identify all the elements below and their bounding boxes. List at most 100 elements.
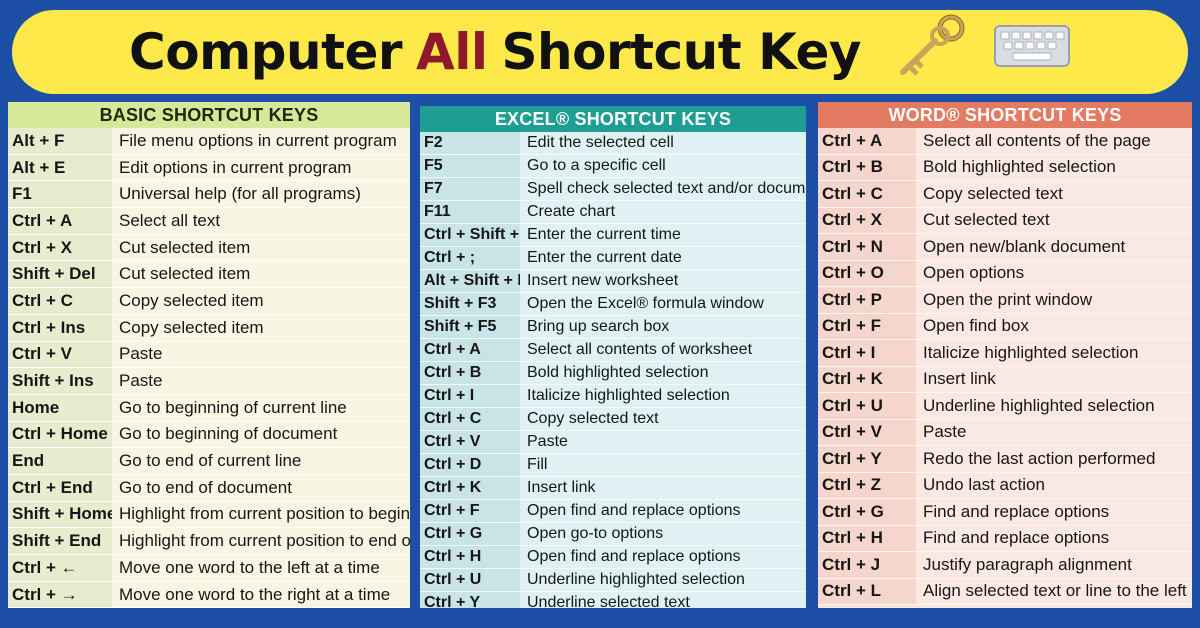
shortcut-row: Ctrl + End Go to end of document: [8, 474, 410, 502]
shortcut-row: Ctrl + L Align selected text or line to t…: [818, 578, 1192, 605]
shortcut-description: Highlight from current position to begin…: [112, 501, 410, 528]
shortcut-key: F1: [8, 181, 112, 208]
shortcut-row: Shift + End Highlight from current positi…: [8, 528, 410, 555]
shortcut-description: Italicize highlighted selection: [916, 340, 1192, 366]
shortcut-description: Underline highlighted selection: [916, 393, 1192, 419]
shortcut-key: Ctrl + L: [818, 578, 916, 604]
shortcut-key: Ctrl + K: [420, 477, 520, 499]
shortcut-description: Select all contents of the page: [916, 128, 1192, 154]
shortcut-key: F2: [420, 132, 520, 154]
shortcut-key: Ctrl + C: [818, 181, 916, 207]
shortcut-row: Alt + Shift + F1Insert new worksheet: [420, 270, 806, 293]
shortcut-key: Ctrl + F: [420, 500, 520, 522]
shortcut-description: Bring up search box: [520, 316, 806, 338]
shortcut-row: Ctrl + A Select all text: [8, 208, 410, 235]
shortcut-description: Go to a specific cell: [520, 155, 806, 177]
shortcut-key: Ctrl + G: [420, 523, 520, 545]
shortcut-key: Ctrl + F: [818, 313, 916, 339]
shortcut-row: Ctrl + I Italicize highlighted selection: [818, 340, 1192, 367]
shortcut-row: Ctrl + C Copy selected item: [8, 288, 410, 315]
shortcut-key: Ctrl + Ins: [8, 314, 112, 341]
shortcut-row: Shift + Home Highlight from current posit…: [8, 501, 410, 529]
word-shortcuts-panel: WORD® SHORTCUT KEYS Ctrl + A Select all c…: [818, 102, 1192, 608]
basic-heading: BASIC SHORTCUT KEYS: [8, 102, 410, 128]
shortcut-row: Shift + F5 Bring up search box: [420, 316, 806, 339]
shortcut-key: Ctrl + U: [818, 393, 916, 419]
shortcut-description: Select all contents of worksheet: [520, 339, 806, 361]
shortcut-key: Ctrl + H: [818, 525, 916, 551]
shortcut-description: Open find box: [916, 313, 1192, 339]
shortcut-description: Undo last action: [916, 472, 1192, 498]
shortcut-row: Ctrl + I Italicize highlighted selection: [420, 385, 806, 408]
shortcut-key: Ctrl + J: [818, 552, 916, 578]
shortcut-description: Insert link: [520, 477, 806, 499]
shortcut-row: Ctrl + O Open options: [818, 260, 1192, 287]
shortcut-key: Ctrl + ←: [8, 555, 112, 581]
shortcut-description: Create chart: [520, 201, 806, 223]
shortcut-description: Universal help (for all programs): [112, 181, 410, 208]
shortcut-description: File menu options in current program: [112, 128, 410, 154]
shortcut-row: Ctrl + ← Move one word to the left at a t…: [8, 555, 410, 582]
shortcut-description: Insert link: [916, 366, 1192, 392]
shortcut-row: Ctrl + C Copy selected text: [818, 181, 1192, 208]
shortcut-description: Go to end of current line: [112, 448, 410, 474]
shortcut-row: Home Go to beginning of current line: [8, 394, 410, 422]
shortcut-row: Alt + F File menu options in current prog…: [8, 128, 410, 155]
shortcut-key: Ctrl + →: [8, 581, 112, 608]
key-icon: [895, 14, 969, 90]
title-banner: Computer All Shortcut Key: [12, 10, 1188, 94]
shortcut-key: F11: [420, 201, 520, 223]
shortcut-key: Ctrl + ;: [420, 247, 520, 269]
shortcut-row: Ctrl + Home Go to beginning of document: [8, 421, 410, 449]
excel-shortcuts-panel: EXCEL® SHORTCUT KEYS F2 Edit the selected…: [420, 106, 806, 608]
shortcut-row: Ctrl + G Find and replace options: [818, 499, 1192, 526]
shortcut-key: Ctrl + I: [420, 385, 520, 407]
shortcut-key: Ctrl + A: [8, 208, 112, 234]
shortcut-row: Ctrl + Ins Copy selected item: [8, 314, 410, 342]
shortcut-key: Ctrl + V: [8, 341, 112, 368]
shortcut-row: Ctrl + Y Underline selected text: [420, 592, 806, 608]
shortcut-description: Move one word to the left at a time: [112, 555, 410, 581]
shortcut-row: Ctrl + A Select all contents of the page: [818, 128, 1192, 155]
shortcut-key: Shift + F5: [420, 316, 520, 338]
shortcut-row: Ctrl + ; Enter the current date: [420, 247, 806, 270]
shortcut-description: Find and replace options: [916, 499, 1192, 525]
shortcut-key: Ctrl + C: [8, 288, 112, 314]
shortcut-description: Italicize highlighted selection: [520, 385, 806, 407]
shortcut-row: Ctrl + J Justify paragraph alignment: [818, 552, 1192, 579]
shortcut-description: Edit options in current program: [112, 154, 410, 181]
excel-heading: EXCEL® SHORTCUT KEYS: [420, 106, 806, 132]
shortcut-key: Ctrl + Z: [818, 472, 916, 498]
shortcut-row: Ctrl + U Underline highlighted selection: [420, 569, 806, 592]
shortcut-description: Open options: [916, 260, 1192, 286]
shortcut-row: F2 Edit the selected cell: [420, 132, 806, 155]
shortcut-key: F5: [420, 155, 520, 177]
shortcut-key: F7: [420, 178, 520, 200]
shortcut-row: F11 Create chart: [420, 201, 806, 224]
shortcut-key: Ctrl + Y: [420, 592, 520, 608]
shortcut-row: Ctrl + D Fill: [420, 454, 806, 477]
shortcut-key: Ctrl + Home: [8, 421, 112, 448]
shortcut-description: Open go-to options: [520, 523, 806, 545]
shortcut-row: Ctrl + B Bold highlighted selection: [420, 362, 806, 385]
shortcut-key: Alt + E: [8, 154, 112, 181]
shortcut-key: Ctrl + V: [818, 419, 916, 445]
shortcut-key: Shift + F3: [420, 293, 520, 315]
title-part2: Shortcut Key: [501, 23, 862, 81]
shortcut-row: Ctrl + V Paste: [8, 341, 410, 369]
title-part1: Computer: [129, 23, 403, 81]
shortcut-row: F7 Spell check selected text and/or docum…: [420, 178, 806, 201]
shortcut-description: Open the Excel® formula window: [520, 293, 806, 315]
shortcut-key: Home: [8, 394, 112, 421]
shortcut-key: Ctrl + N: [818, 234, 916, 260]
shortcut-description: Copy selected item: [112, 314, 410, 341]
shortcut-description: Cut selected text: [916, 207, 1192, 233]
shortcut-description: Underline selected text: [520, 592, 806, 608]
shortcut-description: Paste: [112, 341, 410, 368]
shortcut-key: Shift + Ins: [8, 368, 112, 394]
shortcut-key: Ctrl + I: [818, 340, 916, 366]
shortcut-key: Ctrl + C: [420, 408, 520, 430]
shortcut-description: Justify paragraph alignment: [916, 552, 1192, 578]
shortcut-key: Alt + Shift + F1: [420, 270, 520, 292]
word-heading: WORD® SHORTCUT KEYS: [818, 102, 1192, 128]
